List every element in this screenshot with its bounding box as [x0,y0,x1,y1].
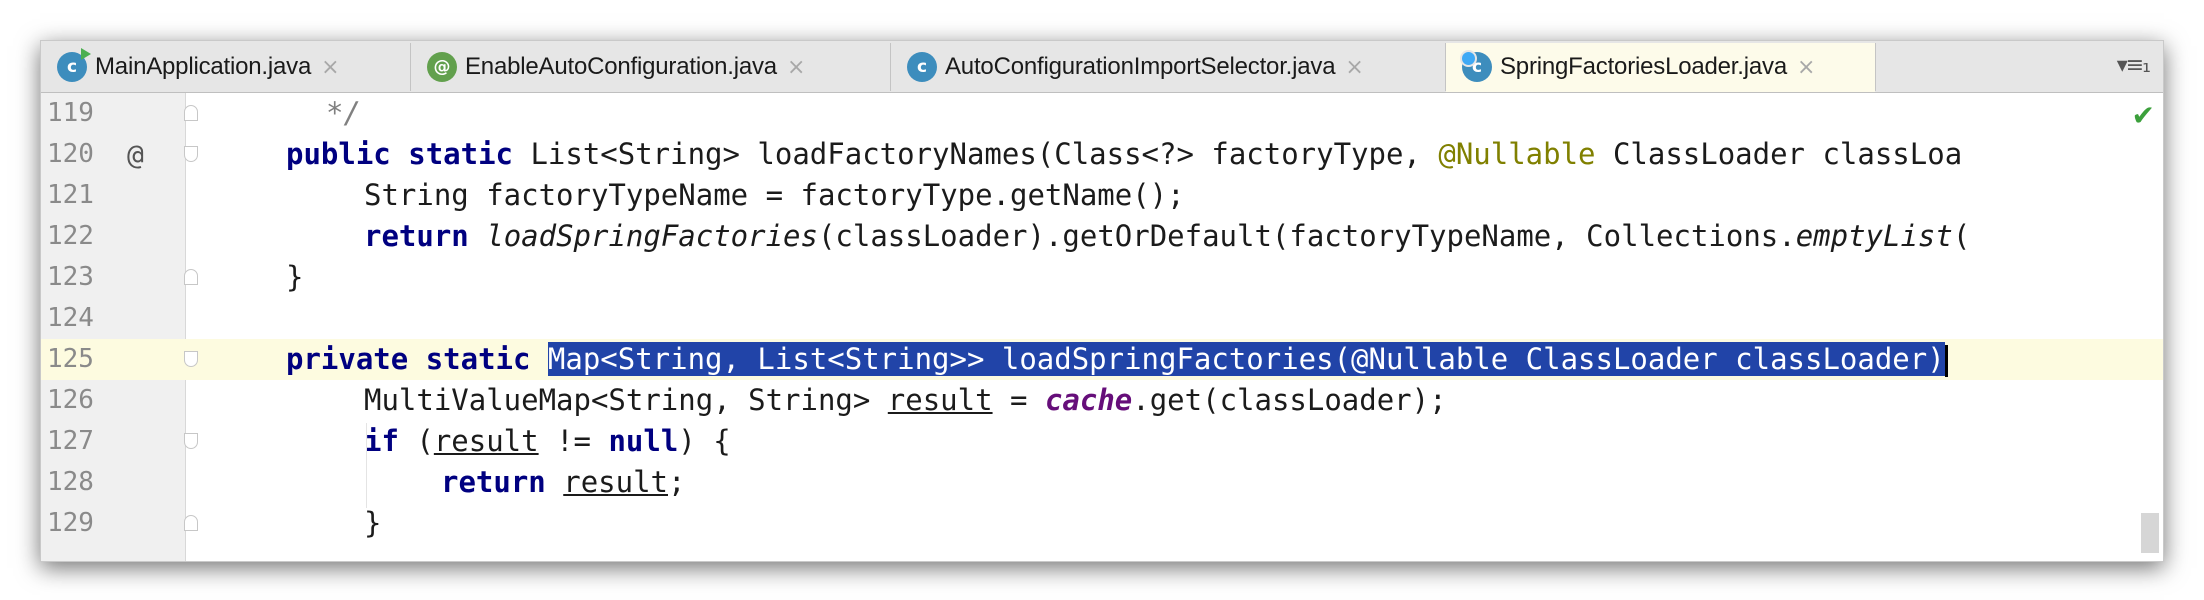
tab-main-application[interactable]: c MainApplication.java × [41,43,411,91]
code-text: public static List<String> loadFactoryNa… [286,137,1963,171]
fold-icon[interactable] [184,351,198,367]
tab-list-menu-icon[interactable]: ▾≡₁ [2117,53,2151,78]
code-line[interactable]: 129 } [41,503,2163,544]
line-number: 123 [47,262,94,292]
code-line[interactable]: 124 [41,298,2163,339]
code-line-current[interactable]: 125 private static Map<String, List<Stri… [41,339,2163,380]
class-icon: c [1460,50,1492,82]
code-text: private static Map<String, List<String>>… [286,339,1948,380]
line-number: 129 [47,508,94,538]
code-line[interactable]: 120 @ public static List<String> loadFac… [41,134,2163,175]
annotation-icon: @ [427,52,457,82]
code-line[interactable]: 122 return loadSpringFactories(classLoad… [41,216,2163,257]
text-selection: Map<String, List<String>> loadSpringFact… [547,342,1945,376]
code-line[interactable]: 123 } [41,257,2163,298]
fold-icon[interactable] [184,269,198,285]
line-number: 125 [47,344,94,374]
indent-guide [366,423,367,508]
tab-label: AutoConfigurationImportSelector.java [945,53,1336,80]
close-icon[interactable]: × [787,55,805,80]
close-icon[interactable]: × [321,55,339,80]
line-number: 126 [47,385,94,415]
fold-icon[interactable] [184,433,198,449]
scrollbar-thumb[interactable] [2141,513,2159,553]
code-line[interactable]: 127 if (result != null) { [41,421,2163,462]
line-number: 128 [47,467,94,497]
class-run-icon: c [57,48,91,82]
close-icon[interactable]: × [1797,55,1815,80]
code-line[interactable]: 121 String factoryTypeName = factoryType… [41,175,2163,216]
code-text: String factoryTypeName = factoryType.get… [364,178,1185,212]
close-icon[interactable]: × [1345,55,1363,80]
code-text: if (result != null) { [364,424,731,458]
fold-icon[interactable] [184,146,198,162]
code-line[interactable]: 119 */ [41,93,2163,134]
text-caret [1944,345,1948,377]
code-text: } [364,506,382,540]
tab-enable-auto-configuration[interactable]: @ EnableAutoConfiguration.java × [411,43,891,91]
override-marker-icon[interactable]: @ [127,134,144,175]
line-number: 120 [47,139,94,169]
tab-label: MainApplication.java [95,53,312,80]
editor-window: c MainApplication.java × @ EnableAutoCon… [40,40,2164,562]
code-text: MultiValueMap<String, String> result = c… [364,383,1447,417]
tab-spring-factories-loader[interactable]: c SpringFactoriesLoader.java × [1446,43,1876,92]
code-text: } [286,260,304,294]
editor-tab-bar: c MainApplication.java × @ EnableAutoCon… [41,41,2163,93]
code-text: return loadSpringFactories(classLoader).… [364,219,1971,253]
fold-icon[interactable] [184,105,198,121]
tab-label: EnableAutoConfiguration.java [465,53,777,80]
inspection-ok-icon: ✔ [2131,99,2155,132]
line-number: 121 [47,180,94,210]
class-icon: c [907,52,937,82]
line-number: 124 [47,303,94,333]
line-number: 127 [47,426,94,456]
tab-label: SpringFactoriesLoader.java [1500,53,1787,80]
code-line[interactable]: 126 MultiValueMap<String, String> result… [41,380,2163,421]
code-editor[interactable]: 119 */ 120 @ public static List<String> … [41,93,2163,561]
fold-icon[interactable] [184,515,198,531]
tab-auto-configuration-import-selector[interactable]: c AutoConfigurationImportSelector.java × [891,43,1446,91]
line-number: 122 [47,221,94,251]
code-line[interactable]: 128 return result; [41,462,2163,503]
line-number: 119 [47,98,94,128]
code-text: */ [326,96,361,130]
code-text: return result; [441,465,686,499]
